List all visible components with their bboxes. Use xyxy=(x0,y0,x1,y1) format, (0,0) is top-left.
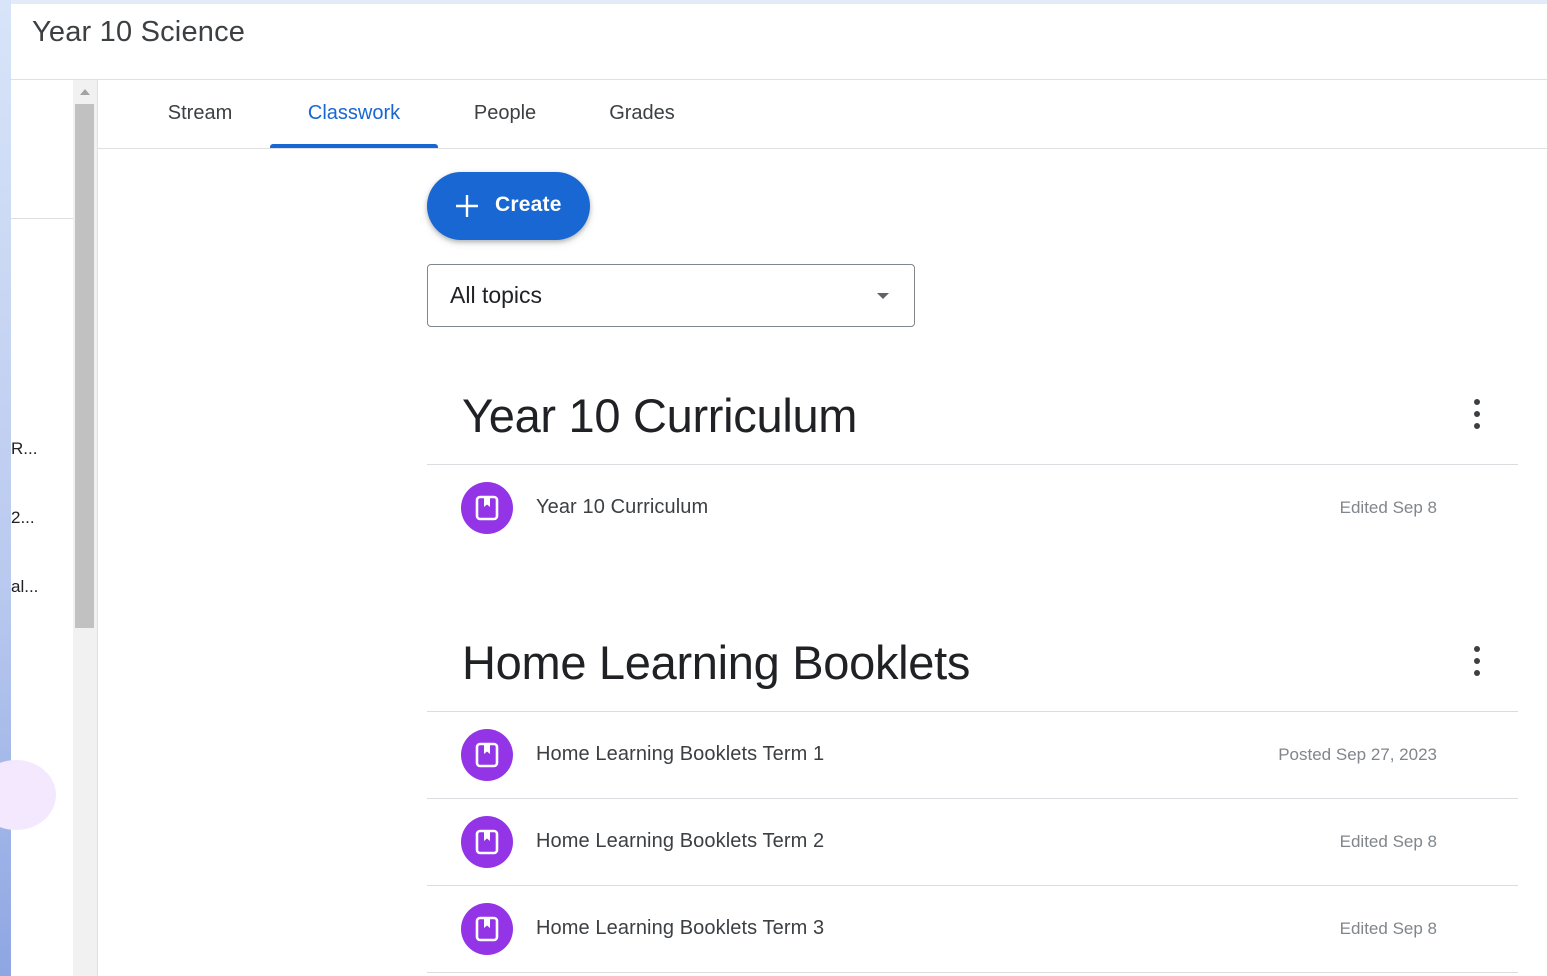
active-tab-indicator xyxy=(270,144,438,148)
scrollbar-thumb[interactable] xyxy=(75,104,94,628)
tab-stream[interactable]: Stream xyxy=(146,80,254,148)
sidebar-divider xyxy=(11,218,73,219)
create-button-label: Create xyxy=(495,193,562,216)
topic-title: Year 10 Curriculum xyxy=(462,389,858,442)
material-book-icon xyxy=(461,903,513,955)
class-title: Year 10 Science xyxy=(32,16,246,48)
sidebar: R... 2... al... xyxy=(0,80,73,976)
tab-classwork-label: Classwork xyxy=(307,102,401,124)
item-date: Edited Sep 8 xyxy=(1339,832,1437,851)
tab-people[interactable]: People xyxy=(454,80,556,148)
classwork-item[interactable]: Year 10 Curriculum Edited Sep 8 xyxy=(427,465,1518,551)
item-date: Posted Sep 27, 2023 xyxy=(1278,745,1437,764)
topic-title: Home Learning Booklets xyxy=(462,636,971,689)
topic-filter-dropdown[interactable]: All topics xyxy=(427,264,915,327)
sidebar-avatar-highlight[interactable] xyxy=(0,760,56,830)
class-tabs: Stream Classwork People Grades xyxy=(98,80,1547,149)
item-title: Home Learning Booklets Term 1 xyxy=(536,743,825,765)
sidebar-scrollbar[interactable] xyxy=(73,80,98,976)
material-book-icon xyxy=(461,816,513,868)
create-button[interactable]: Create xyxy=(427,172,590,240)
dropdown-caret-icon xyxy=(877,293,889,299)
app-header: Year 10 Science xyxy=(11,4,1547,80)
material-book-icon xyxy=(461,482,513,534)
tab-grades-label: Grades xyxy=(609,102,675,124)
item-date: Edited Sep 8 xyxy=(1339,919,1437,938)
plus-icon xyxy=(456,195,478,217)
topic-more-options-icon[interactable] xyxy=(1465,399,1489,429)
sidebar-item-3[interactable]: al... xyxy=(11,577,73,597)
item-title: Home Learning Booklets Term 2 xyxy=(536,830,825,852)
topic-filter-value: All topics xyxy=(450,282,543,308)
classwork-item[interactable]: Home Learning Booklets Term 3 Edited Sep… xyxy=(427,886,1518,972)
tab-stream-label: Stream xyxy=(167,102,233,124)
sidebar-item-2[interactable]: 2... xyxy=(11,508,73,528)
topic-more-options-icon[interactable] xyxy=(1465,646,1489,676)
tab-people-label: People xyxy=(473,102,537,124)
item-title: Year 10 Curriculum xyxy=(536,496,709,518)
classwork-item[interactable]: Home Learning Booklets Term 1 Posted Sep… xyxy=(427,712,1518,798)
scroll-up-arrow-icon[interactable] xyxy=(80,89,90,95)
classwork-item[interactable]: Home Learning Booklets Term 2 Edited Sep… xyxy=(427,799,1518,885)
material-book-icon xyxy=(461,729,513,781)
item-date: Edited Sep 8 xyxy=(1339,498,1437,517)
tab-classwork[interactable]: Classwork xyxy=(270,80,438,148)
divider xyxy=(427,972,1518,973)
tab-grades[interactable]: Grades xyxy=(588,80,696,148)
item-title: Home Learning Booklets Term 3 xyxy=(536,917,825,939)
sidebar-item-1[interactable]: R... xyxy=(11,439,73,459)
